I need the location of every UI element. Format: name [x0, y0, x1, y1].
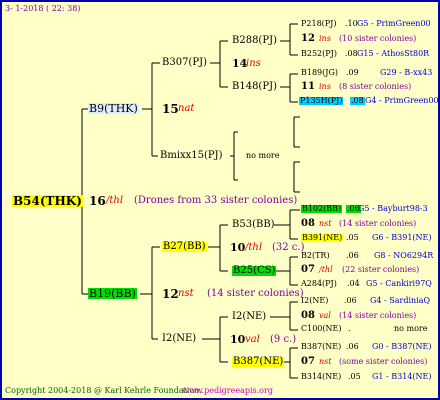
g4-note: (8 sister colonies): [339, 82, 412, 91]
root-drone-note: (Drones from 33 sister colonies): [134, 195, 298, 206]
root-gen: 16: [89, 194, 106, 208]
g4-year: .10: [345, 19, 358, 28]
g2-c-mark: /thl: [245, 242, 263, 253]
g4-extra: G4 - SardiniaQ: [370, 296, 431, 305]
g4-extra: G4 - PrimGreen00: [365, 96, 439, 105]
g2-a-queen[interactable]: B307(PJ): [162, 58, 207, 68]
g4-extra: G5 - PrimGreen00: [357, 19, 431, 28]
g4-queen[interactable]: B252(PJ): [301, 50, 337, 58]
g4-mark: val: [319, 311, 331, 320]
g1-top-mark: nat: [178, 103, 195, 114]
g4-extra: G5 - Bayburt98-3: [358, 204, 428, 213]
g4-extra: G1 - B314(NE): [372, 372, 432, 381]
g4-year: .06: [344, 296, 357, 305]
g2-a-mark: ins: [246, 58, 261, 69]
g4-gen: 08: [301, 310, 315, 321]
g1-bottom-queen[interactable]: B19(BB): [88, 288, 137, 299]
g4-queen[interactable]: B102(BB): [301, 205, 343, 213]
g4-extra: G29 - B-xx43: [380, 68, 433, 77]
g2-d-mark: val: [245, 334, 260, 345]
footer-site[interactable]: www.pedigreeapis.org: [182, 387, 273, 395]
g4-year: .08: [350, 96, 365, 105]
g4-extra: G6 - B391(NE): [372, 233, 432, 242]
g4-queen[interactable]: B189(JG): [301, 69, 338, 77]
g4-year: .04: [347, 279, 360, 288]
g3-d-queen[interactable]: B25(CS): [232, 266, 277, 276]
g4-gen: 07: [301, 264, 315, 275]
g4-note: (some sister colonies): [339, 357, 428, 366]
g2-c-note: (32 c.): [272, 242, 305, 253]
g4-queen[interactable]: I2(NE): [301, 297, 328, 305]
g1-bottom-gen: 12: [162, 287, 179, 301]
g4-queen[interactable]: B391(NE): [301, 234, 344, 242]
g2-b-queen[interactable]: Bmixx15(PJ): [160, 151, 223, 161]
g4-mark: nst: [319, 219, 332, 228]
g4-year: .05: [348, 372, 361, 381]
g3-a-queen[interactable]: B288(PJ): [232, 36, 277, 46]
g4-queen[interactable]: B314(NE): [301, 373, 341, 381]
g4-queen[interactable]: B387(NE): [301, 343, 341, 351]
g1-top-gen: 15: [162, 102, 179, 116]
g4-year: .05: [346, 233, 359, 242]
g4-extra: G5 - Cankiri97Q: [366, 279, 432, 288]
g1-bottom-note: (14 sister colonies): [207, 288, 304, 299]
root-queen[interactable]: B54(THK): [12, 195, 83, 207]
g2-b-note: no more: [246, 151, 280, 160]
g2-c-queen[interactable]: B27(BB): [162, 242, 207, 252]
g4-year: .: [348, 324, 351, 333]
g2-d-queen[interactable]: I2(NE): [162, 334, 196, 344]
g4-queen[interactable]: C100(NE): [301, 325, 341, 333]
g3-e-queen[interactable]: I2(NE): [232, 312, 266, 322]
g2-c-gen: 10: [230, 241, 246, 254]
root-mark: /thl: [106, 195, 124, 206]
g4-queen[interactable]: P135H(PJ): [299, 97, 344, 105]
g3-c-queen[interactable]: B53(BB): [232, 220, 275, 230]
g4-year: .09: [346, 68, 359, 77]
g4-extra: G8 - NO6294R: [374, 251, 434, 260]
g4-extra: G0 - B387(NE): [372, 342, 432, 351]
g1-bottom-mark: nst: [178, 288, 194, 299]
g2-d-gen: 10: [230, 333, 246, 346]
g4-year: .06: [346, 251, 359, 260]
g4-year: .08: [345, 49, 358, 58]
g4-mark: nst: [319, 357, 332, 366]
g3-f-queen[interactable]: B387(NE): [232, 357, 285, 367]
pedigree-frame: 3- 1-2018 ( 22: 38) Copyright 2004-2018 …: [0, 0, 440, 400]
g2-d-note: (9 c.): [270, 334, 297, 345]
g4-queen[interactable]: P218(PJ): [301, 20, 336, 28]
g4-note: (14 sister colonies): [339, 219, 417, 228]
g4-mark: /thl: [319, 265, 333, 274]
header-date: 3- 1-2018 ( 22: 38): [5, 4, 81, 13]
g4-mark: ins: [319, 82, 331, 91]
g4-note: (10 sister colonies): [339, 34, 417, 43]
g4-note: (22 sister colonies): [342, 265, 420, 274]
g4-extra: no more: [394, 324, 428, 333]
g4-note: (14 sister colonies): [339, 311, 417, 320]
g4-extra: G15 - AthosSt80R: [357, 49, 430, 58]
g4-gen: 07: [301, 356, 315, 367]
footer-copyright: Copyright 2004-2018 @ Karl Kehrle Founda…: [5, 386, 202, 395]
g1-top-queen[interactable]: B9(THK): [88, 103, 139, 114]
g4-gen: 12: [301, 33, 315, 44]
g3-b-queen[interactable]: B148(PJ): [232, 82, 277, 92]
g4-mark: ins: [319, 34, 331, 43]
g4-year: .06: [346, 342, 359, 351]
g4-queen[interactable]: A284(PJ): [301, 280, 337, 288]
g4-gen: 08: [301, 218, 315, 229]
g4-gen: 11: [301, 81, 315, 92]
g4-queen[interactable]: B2(TR): [301, 252, 330, 260]
